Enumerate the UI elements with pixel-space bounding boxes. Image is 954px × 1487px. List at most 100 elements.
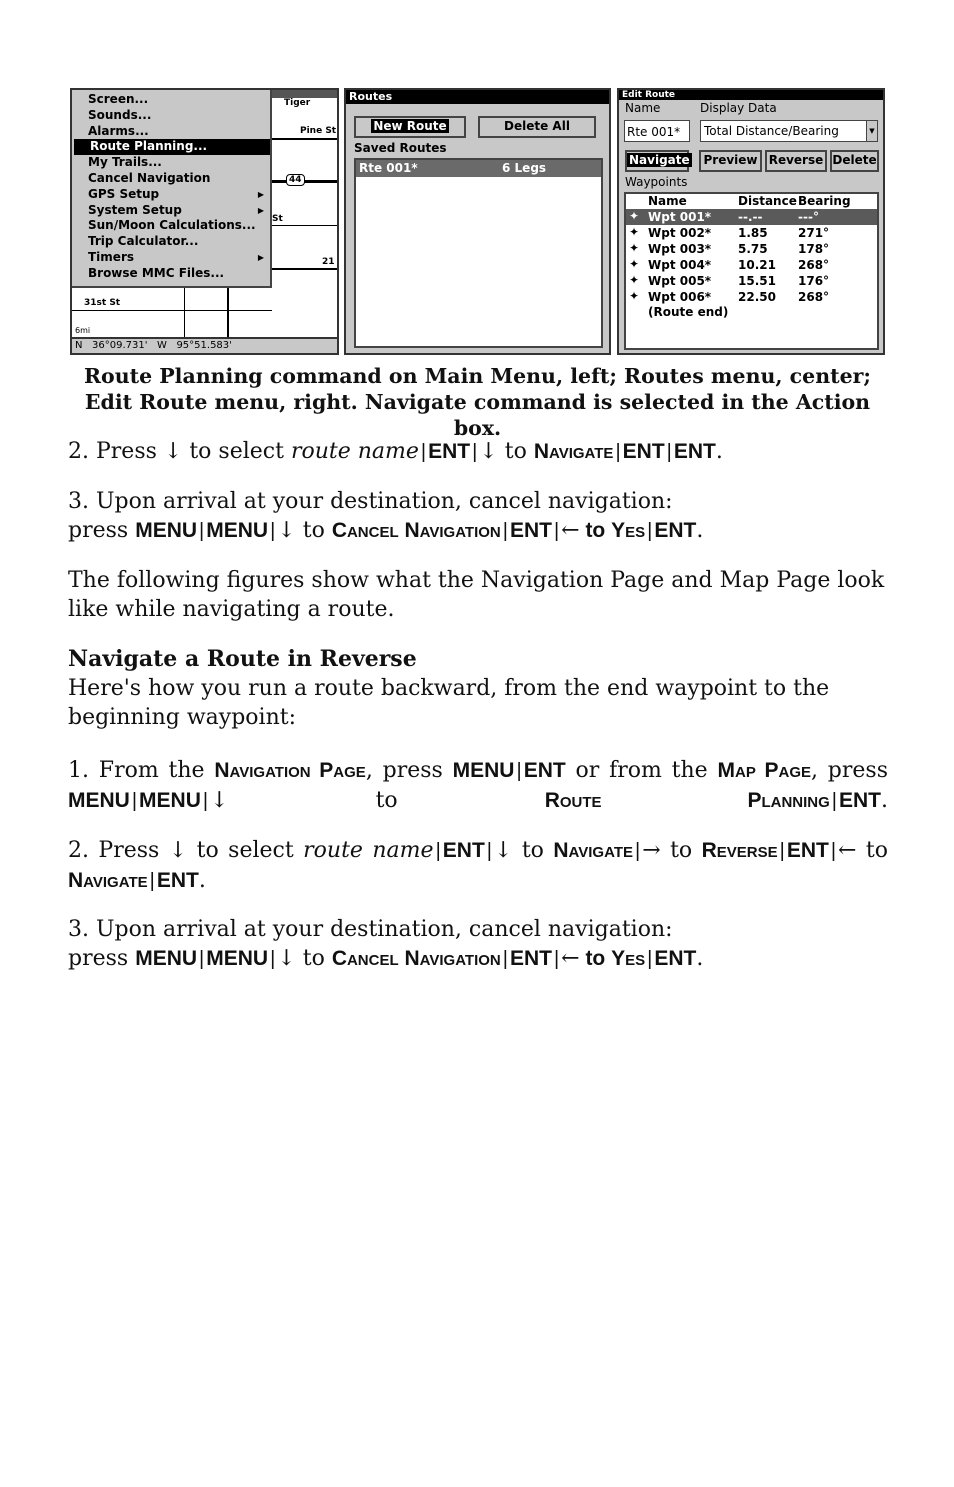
main-menu-screenshot: Tiger Pine St 44 St 21 31st St 6mi Scree… [70, 88, 339, 355]
menu-item-label: Browse MMC Files... [88, 265, 225, 280]
command-name: Yes [611, 519, 646, 542]
menu-item[interactable]: Timers ▶ [72, 250, 270, 266]
position-status-bar: N 36°09.731' W 95°51.583' [72, 337, 337, 353]
waypoint-row[interactable]: ✦ Wpt 001* --.-- ---° [626, 209, 877, 225]
coordinates: N 36°09.731' W 95°51.583' [75, 340, 232, 351]
waypoint-row[interactable]: ✦ Wpt 004* 10.21 268° [626, 257, 877, 273]
menu-item[interactable]: Screen... [72, 92, 270, 108]
key-name: ENT [442, 839, 485, 862]
main-menu: Screen... Sounds... Alarms... Route Plannin… [72, 90, 272, 288]
waypoint-distance: 5.75 [738, 242, 768, 256]
navigate-button[interactable]: Navigate [625, 150, 692, 172]
text: ↓ [210, 788, 229, 813]
text: ← [838, 838, 857, 863]
separator: | [435, 840, 441, 862]
submenu-arrow-icon: ▶ [257, 189, 264, 199]
separator: | [502, 948, 508, 970]
reverse-button[interactable]: Reverse [765, 150, 827, 172]
display-data-select[interactable]: Total Distance/Bearing ▼ [700, 120, 878, 142]
command-name: Cancel Navigation [331, 947, 501, 970]
menu-item-label: Cancel Navigation [88, 170, 211, 185]
separator: | [553, 520, 560, 542]
submenu-arrow-icon: ▶ [257, 252, 264, 262]
waypoint-name: Wpt 002* [648, 226, 712, 240]
separator: | [486, 840, 492, 862]
menu-item[interactable]: Alarms... [72, 124, 270, 140]
saved-routes-label: Saved Routes [354, 141, 447, 155]
separator: | [270, 948, 276, 970]
key-name: MENU [135, 519, 198, 542]
waypoint-bearing: 178° [798, 242, 830, 256]
route-row[interactable]: Rte 001* 6 Legs [356, 160, 601, 177]
route-name-input[interactable]: Rte 001* [624, 120, 690, 142]
menu-item-label: Route Planning... [90, 139, 208, 154]
menu-item-label: Trip Calculator... [88, 234, 199, 249]
text: , press [365, 758, 453, 783]
new-route-button[interactable]: New Route [354, 116, 466, 138]
text: or from the [565, 758, 718, 783]
paragraph: Navigate a Route in Reverse Here's how yo… [68, 645, 888, 732]
menu-item[interactable]: Sun/Moon Calculations... [72, 218, 270, 234]
command-name: Navigate [68, 869, 148, 892]
section-heading: Navigate a Route in Reverse [68, 646, 417, 672]
menu-item[interactable]: My Trails... [72, 155, 270, 171]
text: to [295, 518, 332, 543]
menu-item[interactable]: Browse MMC Files... [72, 266, 270, 282]
edit-route-screenshot: Edit Route Name Display Data Rte 001* To… [617, 88, 885, 355]
separator: | [635, 840, 641, 862]
separator: | [472, 441, 478, 463]
menu-item-label: GPS Setup [88, 186, 160, 201]
caption-line: Edit Route menu, right. Navigate command… [84, 390, 871, 440]
separator: | [420, 441, 427, 463]
waypoint-row[interactable]: ✦ Wpt 006* 22.50 268° [626, 289, 877, 305]
waypoint-row[interactable]: ✦ Wpt 003* 5.75 178° [626, 241, 877, 257]
waypoint-name: Wpt 004* [648, 258, 712, 272]
text: press [68, 518, 136, 543]
waypoint-row[interactable]: ✦ Wpt 002* 1.85 271° [626, 225, 877, 241]
key-name: ENT [654, 519, 697, 542]
map-label: 31st St [84, 298, 121, 308]
separator: | [553, 948, 560, 970]
command-name: Navigate [553, 839, 633, 862]
waypoint-bearing: 268° [798, 258, 830, 272]
paragraph: 1. From the Navigation Page, press MENU |… [68, 756, 888, 816]
column-bearing: Bearing [798, 194, 851, 208]
caption-line: Route Planning command on Main Menu, lef… [83, 364, 871, 388]
preview-button[interactable]: Preview [699, 150, 762, 172]
key-name: ENT [509, 519, 552, 542]
separator: | [615, 441, 621, 463]
menu-item[interactable]: Trip Calculator... [72, 234, 270, 250]
paragraph: 2. Press ↓ to select route name |ENT |↓ to… [68, 836, 888, 896]
text: , press [811, 758, 889, 783]
dropdown-arrow-icon[interactable]: ▼ [866, 121, 877, 141]
command-name: Route Planning [544, 789, 830, 812]
menu-item[interactable]: Cancel Navigation [72, 171, 270, 187]
route-end-label: (Route end) [648, 305, 729, 319]
separator: | [779, 840, 785, 862]
menu-item[interactable]: Sounds... [72, 108, 270, 124]
waypoint-distance: 1.85 [738, 226, 768, 240]
separator: | [647, 520, 653, 542]
text: to [856, 838, 889, 863]
menu-item[interactable]: System Setup ▶ [72, 203, 270, 219]
waypoint-icon: ✦ [629, 273, 640, 287]
edit-route-title: Edit Route [619, 90, 883, 100]
paragraph: 3. Upon arrival at your destination, can… [68, 487, 888, 546]
map-label: Pine St [300, 126, 337, 136]
menu-item[interactable]: GPS Setup ▶ [72, 187, 270, 203]
menu-item[interactable]: Route Planning... [74, 139, 270, 156]
waypoint-row[interactable]: ✦ Wpt 005* 15.51 176° [626, 273, 877, 289]
delete-all-button[interactable]: Delete All [478, 116, 596, 138]
saved-routes-list[interactable]: Rte 001* 6 Legs [354, 158, 603, 348]
separator: | [199, 520, 205, 542]
waypoint-name: Wpt 001* [648, 210, 712, 224]
key-name: ENT [786, 839, 829, 862]
text: 2. Press [68, 439, 164, 464]
delete-button[interactable]: Delete [830, 150, 879, 172]
menu-item-label: Timers [88, 249, 135, 264]
paragraph: 2. Press ↓ to select route name |ENT |↓ to… [68, 437, 888, 467]
waypoints-list[interactable]: Name Distance Bearing ✦ Wpt 001* --.-- ---°… [624, 192, 879, 350]
key-name: MENU [139, 789, 201, 812]
menu-item-label: Alarms... [88, 123, 149, 138]
key-name: MENU [206, 519, 269, 542]
